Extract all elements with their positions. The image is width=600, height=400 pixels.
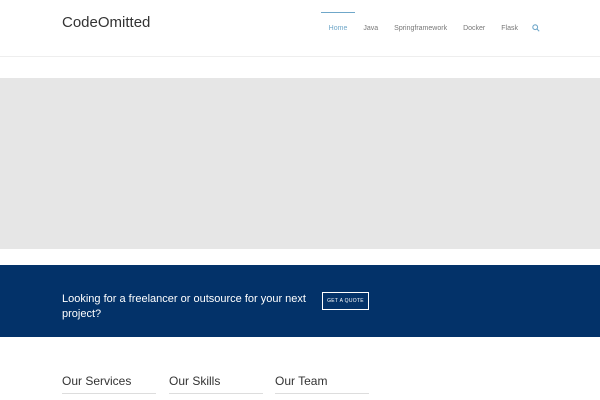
nav-item-java[interactable]: Java bbox=[355, 12, 386, 44]
main-nav: Home Java Springframework Docker Flask bbox=[320, 12, 544, 44]
site-logo[interactable]: CodeOmitted bbox=[62, 14, 150, 31]
nav-item-flask[interactable]: Flask bbox=[493, 12, 526, 44]
nav-item-docker[interactable]: Docker bbox=[455, 12, 493, 44]
section-divider bbox=[169, 393, 263, 394]
section-title-services: Our Services bbox=[62, 374, 132, 388]
section-title-team: Our Team bbox=[275, 374, 328, 388]
nav-item-home[interactable]: Home bbox=[320, 12, 356, 44]
nav-item-springframework[interactable]: Springframework bbox=[386, 12, 455, 44]
section-divider bbox=[275, 393, 369, 394]
hero-banner bbox=[0, 78, 600, 249]
page: CodeOmitted Home Java Springframework Do… bbox=[0, 0, 600, 400]
get-a-quote-button[interactable]: GET A QUOTE bbox=[322, 292, 369, 310]
section-divider bbox=[62, 393, 156, 394]
search-icon[interactable] bbox=[528, 12, 544, 44]
section-title-skills: Our Skills bbox=[169, 374, 221, 388]
site-header: CodeOmitted Home Java Springframework Do… bbox=[0, 0, 600, 57]
cta-text: Looking for a freelancer or outsource fo… bbox=[62, 293, 306, 320]
